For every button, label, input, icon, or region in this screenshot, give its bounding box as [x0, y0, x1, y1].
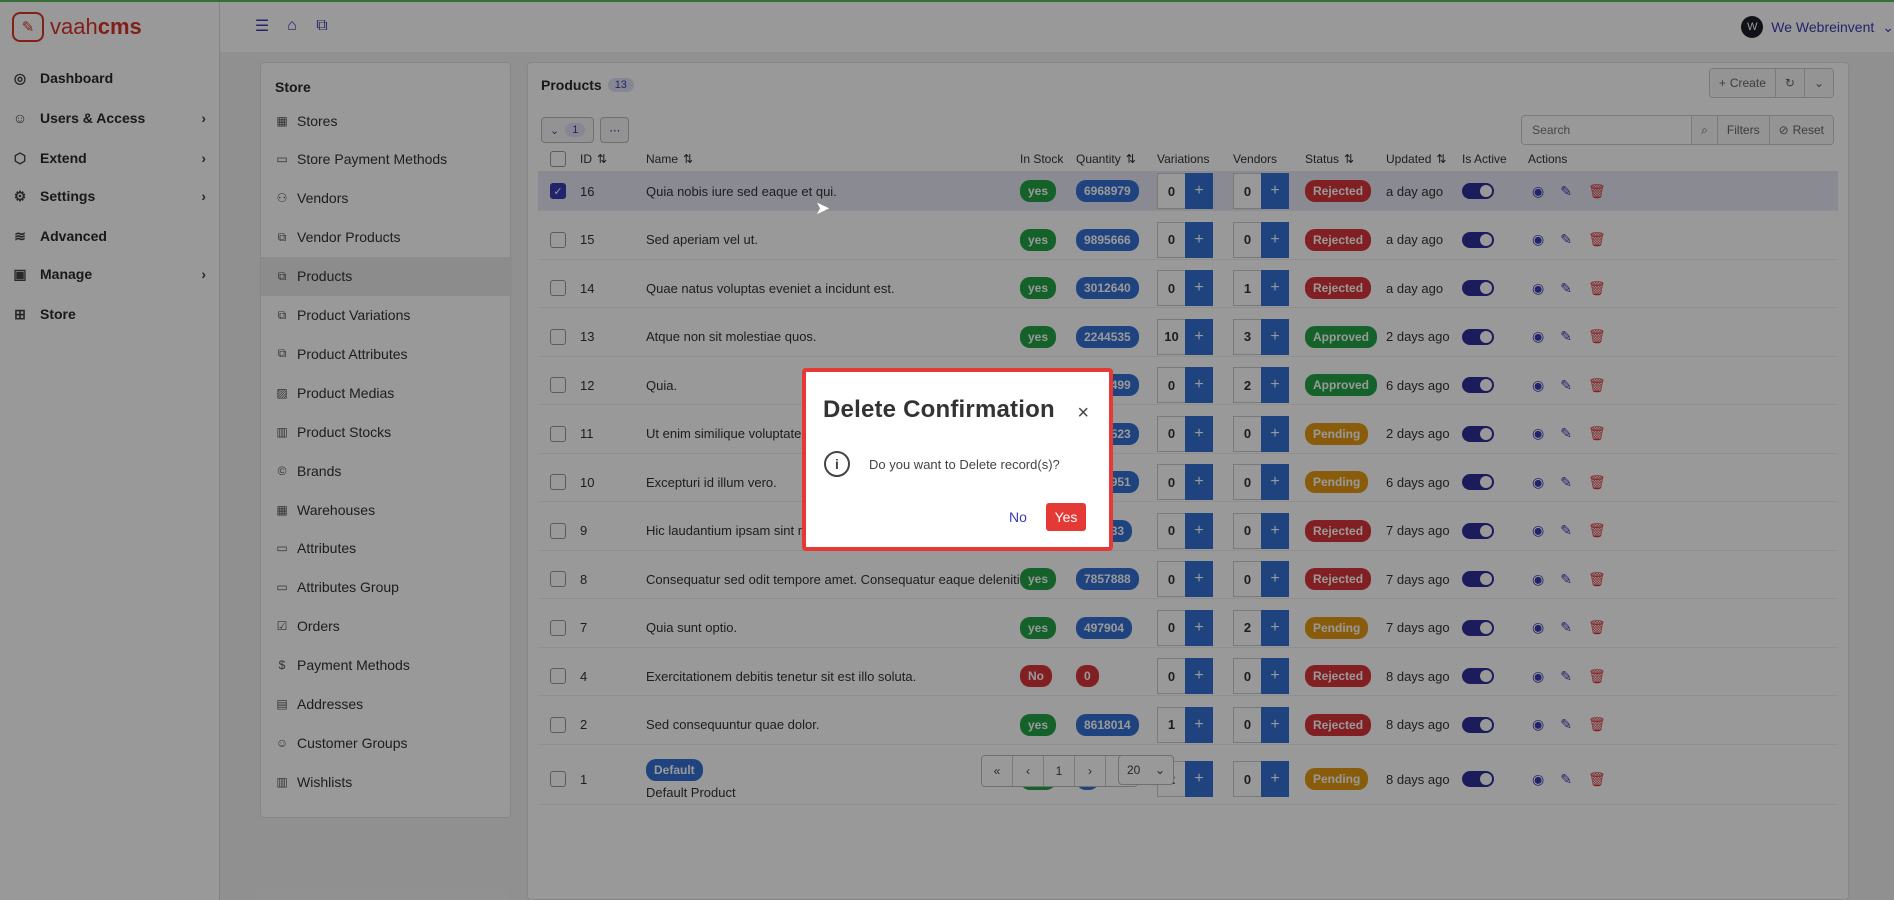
mouse-cursor-icon: ➤ — [815, 198, 831, 218]
no-button[interactable]: No — [1009, 509, 1027, 525]
close-icon[interactable]: × — [1077, 402, 1089, 425]
dialog-title: Delete Confirmation — [823, 396, 1055, 423]
yes-button[interactable]: Yes — [1046, 503, 1086, 531]
info-icon: i — [824, 451, 850, 477]
delete-confirmation-dialog: Delete Confirmation × i Do you want to D… — [802, 368, 1113, 551]
dialog-message: Do you want to Delete record(s)? — [869, 457, 1060, 472]
